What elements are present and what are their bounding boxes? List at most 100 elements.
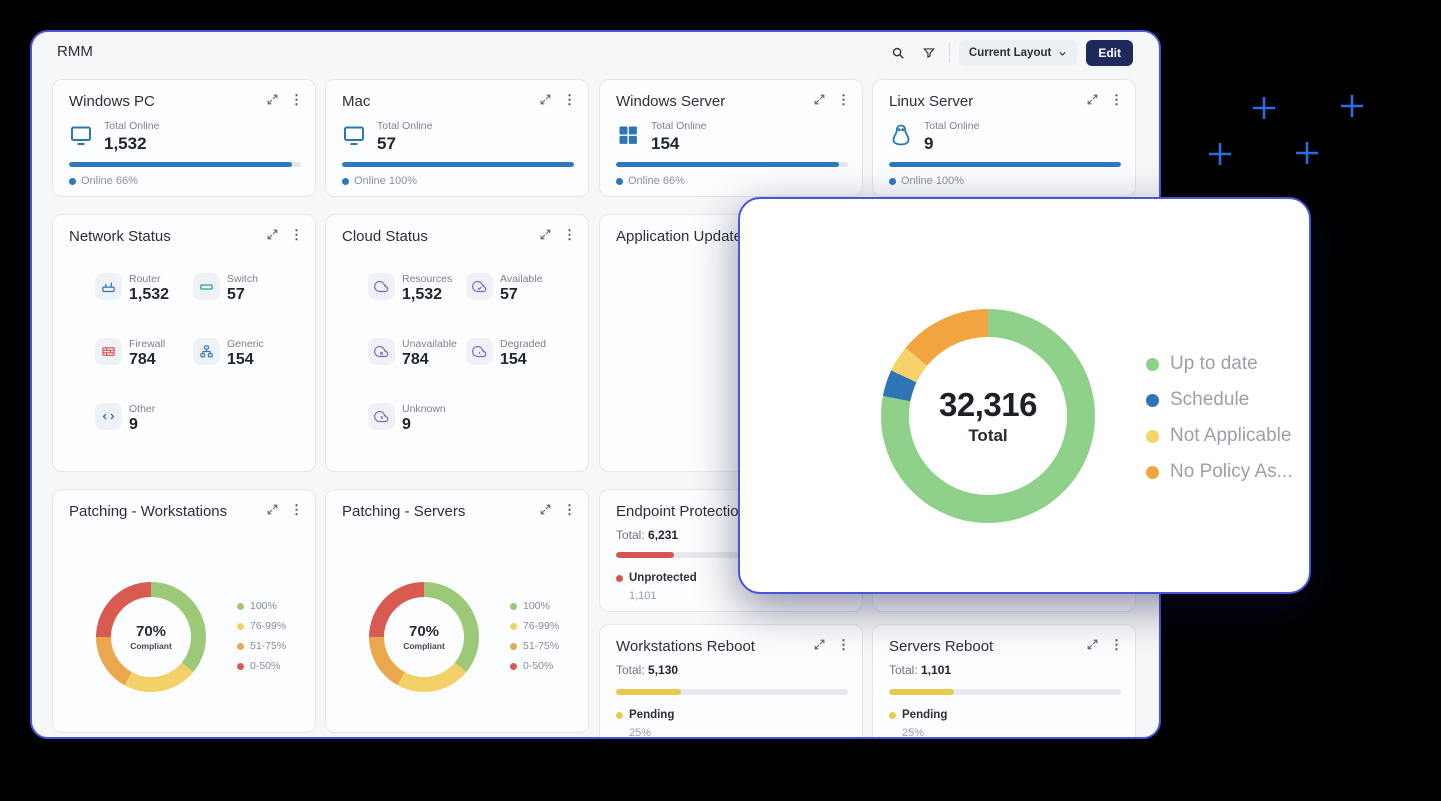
legend-item: 51-75%	[237, 640, 286, 652]
expand-icon[interactable]	[266, 93, 279, 106]
online-progress-bar	[616, 162, 848, 167]
total-row: Total: 5,130	[616, 663, 678, 677]
status-sub-value: 25%	[629, 727, 651, 739]
donut-center-value: 32,316	[939, 386, 1037, 424]
online-status: Online 66%	[616, 175, 685, 187]
chevron-down-icon	[1058, 49, 1067, 58]
switch-icon	[193, 273, 220, 300]
page-title: RMM	[57, 43, 93, 60]
legend-dot	[237, 663, 244, 670]
legend-item: Not Applicable	[1146, 425, 1293, 447]
status-dot	[616, 178, 623, 185]
online-status: Online 100%	[342, 175, 417, 187]
status-label: Online 66%	[81, 175, 138, 187]
windows-server-icon	[616, 123, 640, 147]
kebab-menu-icon[interactable]: ⋮	[563, 503, 576, 516]
expand-icon[interactable]	[813, 638, 826, 651]
generic-device-icon	[193, 338, 220, 365]
donut-center-label: Compliant	[403, 641, 445, 651]
layout-selector-dropdown[interactable]: Current Layout	[959, 40, 1077, 66]
cloud-stat-unknown: Unknown9	[368, 403, 446, 434]
legend-item: 0-50%	[510, 660, 559, 672]
card-title: Servers Reboot	[889, 638, 993, 655]
expand-icon[interactable]	[266, 503, 279, 516]
firewall-icon	[95, 338, 122, 365]
expand-icon[interactable]	[539, 93, 552, 106]
kebab-menu-icon[interactable]: ⋮	[563, 93, 576, 106]
status-sub-value: 25%	[902, 727, 924, 739]
search-icon[interactable]	[887, 42, 909, 64]
network-status-card: Network Status ⋮ Router1,532 Switch57 Fi…	[52, 214, 316, 472]
edit-button[interactable]: Edit	[1086, 40, 1133, 66]
legend-dot	[1146, 430, 1159, 443]
status-dot	[342, 178, 349, 185]
kebab-menu-icon[interactable]: ⋮	[290, 228, 303, 241]
online-progress-bar	[342, 162, 574, 167]
stat-label: Total Online	[924, 120, 979, 132]
expand-icon[interactable]	[1086, 638, 1099, 651]
mac-card: Mac ⋮ Total Online 57 Online 100%	[325, 79, 589, 197]
total-row: Total: 1,101	[889, 663, 951, 677]
legend-dot	[510, 643, 517, 650]
windows-pc-card: Windows PC ⋮ Total Online 1,532 Online 6…	[52, 79, 316, 197]
linux-server-card: Linux Server ⋮ Total Online 9 Online 100…	[872, 79, 1136, 197]
status-dot	[616, 575, 623, 582]
patching-workstations-card: Patching - Workstations ⋮ 70% Compliant …	[52, 489, 316, 733]
card-title: Patching - Servers	[342, 503, 465, 520]
kebab-menu-icon[interactable]: ⋮	[290, 503, 303, 516]
header-divider	[949, 43, 950, 63]
kebab-menu-icon[interactable]: ⋮	[1110, 638, 1123, 651]
stat-value: 1,532	[104, 134, 159, 154]
stat-value: 9	[924, 134, 979, 154]
status-sub-value: 1,101	[629, 590, 657, 602]
legend-dot	[237, 643, 244, 650]
card-title: Mac	[342, 93, 370, 110]
cloud-stat-unavailable: Unavailable784	[368, 338, 457, 369]
filter-icon[interactable]	[918, 42, 940, 64]
donut-center-label: Compliant	[130, 641, 172, 651]
legend-item: 76-99%	[510, 620, 559, 632]
router-icon	[95, 273, 122, 300]
layout-selector-label: Current Layout	[969, 47, 1051, 59]
expand-icon[interactable]	[539, 228, 552, 241]
card-title: Workstations Reboot	[616, 638, 755, 655]
expand-icon[interactable]	[1086, 93, 1099, 106]
donut-center-value: 70%	[409, 623, 439, 640]
legend-dot	[510, 663, 517, 670]
legend-item: 100%	[237, 600, 286, 612]
windows-pc-icon	[69, 123, 93, 147]
card-title: Cloud Status	[342, 228, 428, 245]
kebab-menu-icon[interactable]: ⋮	[837, 93, 850, 106]
legend-dot	[237, 623, 244, 630]
other-device-icon	[95, 403, 122, 430]
card-title: Network Status	[69, 228, 171, 245]
stat-value: 57	[377, 134, 432, 154]
expand-icon[interactable]	[813, 93, 826, 106]
kebab-menu-icon[interactable]: ⋮	[290, 93, 303, 106]
expand-icon[interactable]	[539, 503, 552, 516]
status-label: Online 100%	[901, 175, 964, 187]
kebab-menu-icon[interactable]: ⋮	[1110, 93, 1123, 106]
servers-reboot-card: Servers Reboot ⋮ Total: 1,101 Pending 25…	[872, 624, 1136, 739]
card-title: Windows PC	[69, 93, 155, 110]
donut-center-value: 70%	[136, 623, 166, 640]
kebab-menu-icon[interactable]: ⋮	[563, 228, 576, 241]
cloud-unknown-icon	[368, 403, 395, 430]
stat-label: Total Online	[377, 120, 432, 132]
patch-status-donut-chart[interactable]: 32,316 Total	[881, 309, 1095, 523]
cloud-degraded-icon	[466, 338, 493, 365]
patching-workstations-donut-chart[interactable]: 70% Compliant	[96, 582, 206, 692]
card-title: Windows Server	[616, 93, 725, 110]
online-status: Online 100%	[889, 175, 964, 187]
status-dot	[889, 178, 896, 185]
kebab-menu-icon[interactable]: ⋮	[837, 638, 850, 651]
status-label: Pending	[629, 709, 674, 721]
legend-dot	[510, 623, 517, 630]
patching-servers-donut-chart[interactable]: 70% Compliant	[369, 582, 479, 692]
legend-dot	[237, 603, 244, 610]
expand-icon[interactable]	[266, 228, 279, 241]
patch-status-overlay-card: 32,316 Total Up to date Schedule Not App…	[738, 197, 1311, 594]
legend-item: 76-99%	[237, 620, 286, 632]
patching-servers-card: Patching - Servers ⋮ 70% Compliant 100% …	[325, 489, 589, 733]
donut-center-label: Total	[968, 426, 1007, 446]
